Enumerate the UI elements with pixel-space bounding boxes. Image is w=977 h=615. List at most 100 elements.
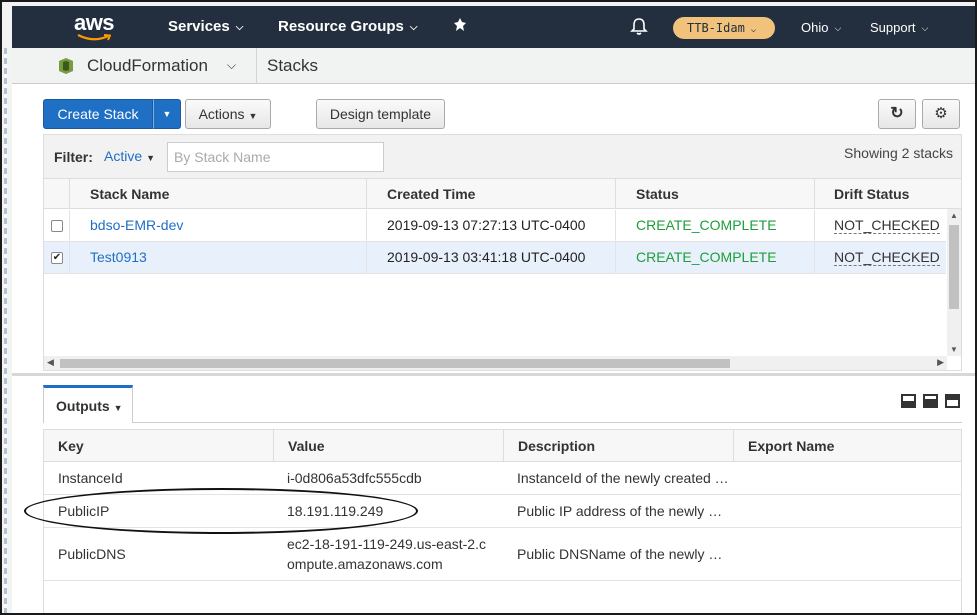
- vertical-scrollbar[interactable]: ▲ ▼: [947, 209, 961, 356]
- table-row: PublicIP 18.191.119.249 Public IP addres…: [44, 496, 961, 528]
- filter-label: Filter:: [54, 149, 93, 165]
- page-title: Stacks: [267, 56, 319, 75]
- top-navigation-bar: aws Services ⌵ Resource Groups ⌵ TTB-Idam ⌵: [12, 6, 975, 48]
- stacks-table-header: Stack Name Created Time Status Drift Sta…: [44, 179, 961, 209]
- filter-status-dropdown[interactable]: Active ▼: [104, 148, 155, 164]
- stack-status: CREATE_COMPLETE: [615, 210, 814, 242]
- layout-bottom-small-icon[interactable]: [901, 394, 916, 408]
- resource-groups-label: Resource Groups: [278, 18, 404, 35]
- support-menu[interactable]: Support ⌵: [870, 20, 928, 35]
- stack-count-text: Showing 2 stacks: [844, 145, 953, 161]
- column-header-stack-name[interactable]: Stack Name: [69, 179, 366, 209]
- resource-groups-menu[interactable]: Resource Groups ⌵: [278, 18, 417, 35]
- pin-icon[interactable]: [453, 17, 467, 36]
- divider: [256, 48, 257, 84]
- gear-icon: ⚙: [934, 105, 948, 122]
- chevron-down-icon: ⌵: [750, 25, 757, 35]
- table-row-selected[interactable]: ✔ Test0913 2019-09-13 03:41:18 UTC-0400 …: [44, 242, 946, 274]
- created-time: 2019-09-13 03:41:18 UTC-0400: [366, 242, 615, 274]
- window-edge-decoration: [4, 48, 7, 613]
- settings-button[interactable]: ⚙: [922, 99, 960, 129]
- actions-label: Actions: [198, 106, 245, 122]
- output-description: Public IP address of the newly …: [517, 503, 723, 519]
- output-value: i-0d806a53dfc555cdb: [287, 470, 422, 486]
- output-value: ec2-18-191-119-249.us-east-2.compute.ama…: [287, 536, 486, 572]
- bell-icon[interactable]: [630, 17, 648, 39]
- column-header-value[interactable]: Value: [273, 430, 503, 462]
- services-menu[interactable]: Services ⌵: [168, 18, 243, 35]
- row-checkbox[interactable]: [51, 220, 63, 232]
- output-key: PublicDNS: [58, 546, 126, 562]
- service-chevron-down-icon[interactable]: ⌵: [227, 58, 236, 73]
- service-name[interactable]: CloudFormation: [87, 56, 208, 76]
- filter-bar: Filter: Active▼ Showing 2 stacks: [44, 135, 961, 179]
- outputs-tab-label: Outputs: [56, 398, 110, 414]
- account-name: TTB-Idam: [687, 21, 745, 35]
- chevron-down-icon: ⌵: [235, 22, 244, 33]
- stack-status: CREATE_COMPLETE: [615, 242, 814, 274]
- filter-status-label: Active: [104, 148, 143, 164]
- table-row[interactable]: bdso-EMR-dev 2019-09-13 07:27:13 UTC-040…: [44, 210, 946, 242]
- create-stack-button[interactable]: Create Stack: [43, 99, 153, 129]
- layout-bottom-full-icon[interactable]: [945, 394, 960, 408]
- drift-status[interactable]: NOT_CHECKED: [814, 210, 946, 242]
- scroll-left-icon[interactable]: ◀: [47, 357, 54, 368]
- aws-logo-text: aws: [73, 10, 115, 35]
- output-key: PublicIP: [58, 503, 110, 519]
- chevron-down-icon: ⌵: [834, 23, 842, 33]
- scrollbar-thumb[interactable]: [60, 359, 730, 368]
- main-content: Create Stack ▼ Actions ▼ Design template …: [12, 84, 975, 613]
- stack-name-filter-input[interactable]: [167, 142, 384, 172]
- cloudformation-icon: [58, 57, 74, 75]
- scroll-right-icon[interactable]: ▶: [937, 357, 944, 368]
- stack-name-link[interactable]: Test0913: [69, 242, 366, 274]
- actions-button[interactable]: Actions ▼: [185, 99, 271, 129]
- chevron-down-icon: ⌵: [409, 22, 418, 33]
- created-time: 2019-09-13 07:27:13 UTC-0400: [366, 210, 615, 242]
- aws-smile-icon: [77, 34, 111, 41]
- scroll-down-icon[interactable]: ▼: [950, 345, 958, 354]
- drift-status-text: NOT_CHECKED: [834, 249, 940, 266]
- table-row: PublicDNS ec2-18-191-119-249.us-east-2.c…: [44, 529, 961, 581]
- outputs-table-header: Key Value Description Export Name: [44, 430, 961, 462]
- refresh-icon: ↻: [890, 105, 904, 122]
- horizontal-scrollbar[interactable]: ◀ ▶: [44, 356, 947, 370]
- output-key: InstanceId: [58, 470, 123, 486]
- scrollbar-thumb[interactable]: [949, 225, 959, 309]
- aws-logo[interactable]: aws: [72, 10, 116, 44]
- refresh-button[interactable]: ↻: [878, 99, 916, 129]
- account-menu[interactable]: TTB-Idam ⌵: [673, 17, 775, 39]
- drift-status-text: NOT_CHECKED: [834, 217, 940, 234]
- services-label: Services: [168, 18, 230, 35]
- table-row: InstanceId i-0d806a53dfc555cdb InstanceI…: [44, 463, 961, 495]
- chevron-down-icon: ⌵: [921, 23, 929, 33]
- design-template-button[interactable]: Design template: [316, 99, 445, 129]
- column-header-key[interactable]: Key: [44, 430, 273, 462]
- scroll-up-icon[interactable]: ▲: [950, 211, 958, 220]
- tab-outputs[interactable]: Outputs ▼: [43, 385, 133, 423]
- region-label: Ohio: [801, 20, 829, 35]
- column-header-created-time[interactable]: Created Time: [366, 179, 615, 209]
- drift-status[interactable]: NOT_CHECKED: [814, 242, 946, 274]
- stacks-table-panel: Filter: Active▼ Showing 2 stacks Stack N…: [43, 134, 962, 371]
- row-checkbox-checked[interactable]: ✔: [51, 252, 63, 264]
- output-description: Public DNSName of the newly …: [517, 546, 723, 562]
- column-header-export-name[interactable]: Export Name: [733, 430, 961, 462]
- caret-down-icon: ▼: [162, 109, 172, 119]
- layout-bottom-half-icon[interactable]: [923, 394, 938, 408]
- column-header-drift-status[interactable]: Drift Status: [814, 179, 961, 209]
- tab-divider: [43, 422, 962, 423]
- column-header-status[interactable]: Status: [615, 179, 814, 209]
- output-value: 18.191.119.249: [287, 503, 384, 519]
- region-menu[interactable]: Ohio ⌵: [801, 20, 841, 35]
- service-bar: CloudFormation ⌵ Stacks: [12, 48, 975, 84]
- panel-splitter[interactable]: [12, 373, 975, 376]
- caret-down-icon: ▼: [248, 111, 258, 121]
- support-label: Support: [870, 20, 916, 35]
- stack-name-link[interactable]: bdso-EMR-dev: [69, 210, 366, 242]
- output-description: InstanceId of the newly created …: [517, 470, 729, 486]
- column-header-description[interactable]: Description: [503, 430, 733, 462]
- create-stack-dropdown-button[interactable]: ▼: [153, 99, 181, 129]
- caret-down-icon: ▼: [113, 403, 123, 413]
- outputs-table: Key Value Description Export Name Instan…: [43, 429, 962, 613]
